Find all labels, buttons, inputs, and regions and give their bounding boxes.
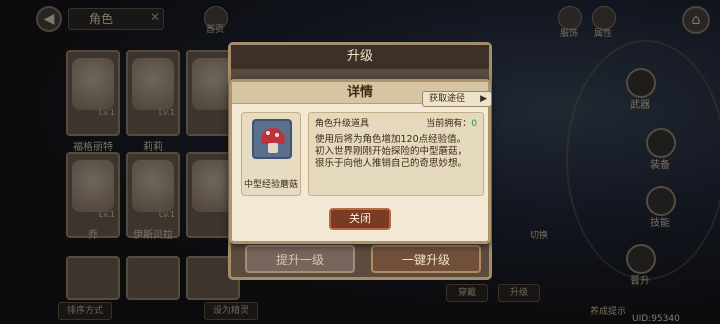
upgrade-panel-title: 升级	[231, 45, 489, 69]
description-line: 很乐于向他人推销自己的奇思妙想。	[315, 158, 468, 169]
owned-label: 当前拥有：	[426, 119, 472, 129]
description-panel: 角色升级道具 当前拥有：0 使用后将为角色增加120点经验值。 初入世界刚刚开始…	[308, 112, 484, 196]
play-arrow-icon: ▶	[480, 94, 487, 104]
item-type: 角色升级道具	[315, 119, 370, 129]
mushroom-icon	[252, 119, 292, 159]
source-button[interactable]: 获取途径 ▶	[422, 91, 492, 107]
upgrade-all-button[interactable]: 一键升级	[371, 245, 481, 273]
upgrade-one-level-button[interactable]: 提升一级	[245, 245, 355, 273]
detail-dialog: 详情 获取途径 ▶ 中型经验蘑菇 角色升级道具 当前拥有：0 使用后将为角色增加…	[229, 79, 492, 244]
item-name: 中型经验蘑菇	[243, 180, 298, 190]
owned-number: 0	[471, 119, 477, 129]
close-button[interactable]: 关闭	[329, 208, 391, 230]
owned-count: 当前拥有：0	[426, 116, 477, 129]
item-panel: 中型经验蘑菇	[241, 112, 301, 196]
source-button-label: 获取途径	[429, 94, 466, 104]
